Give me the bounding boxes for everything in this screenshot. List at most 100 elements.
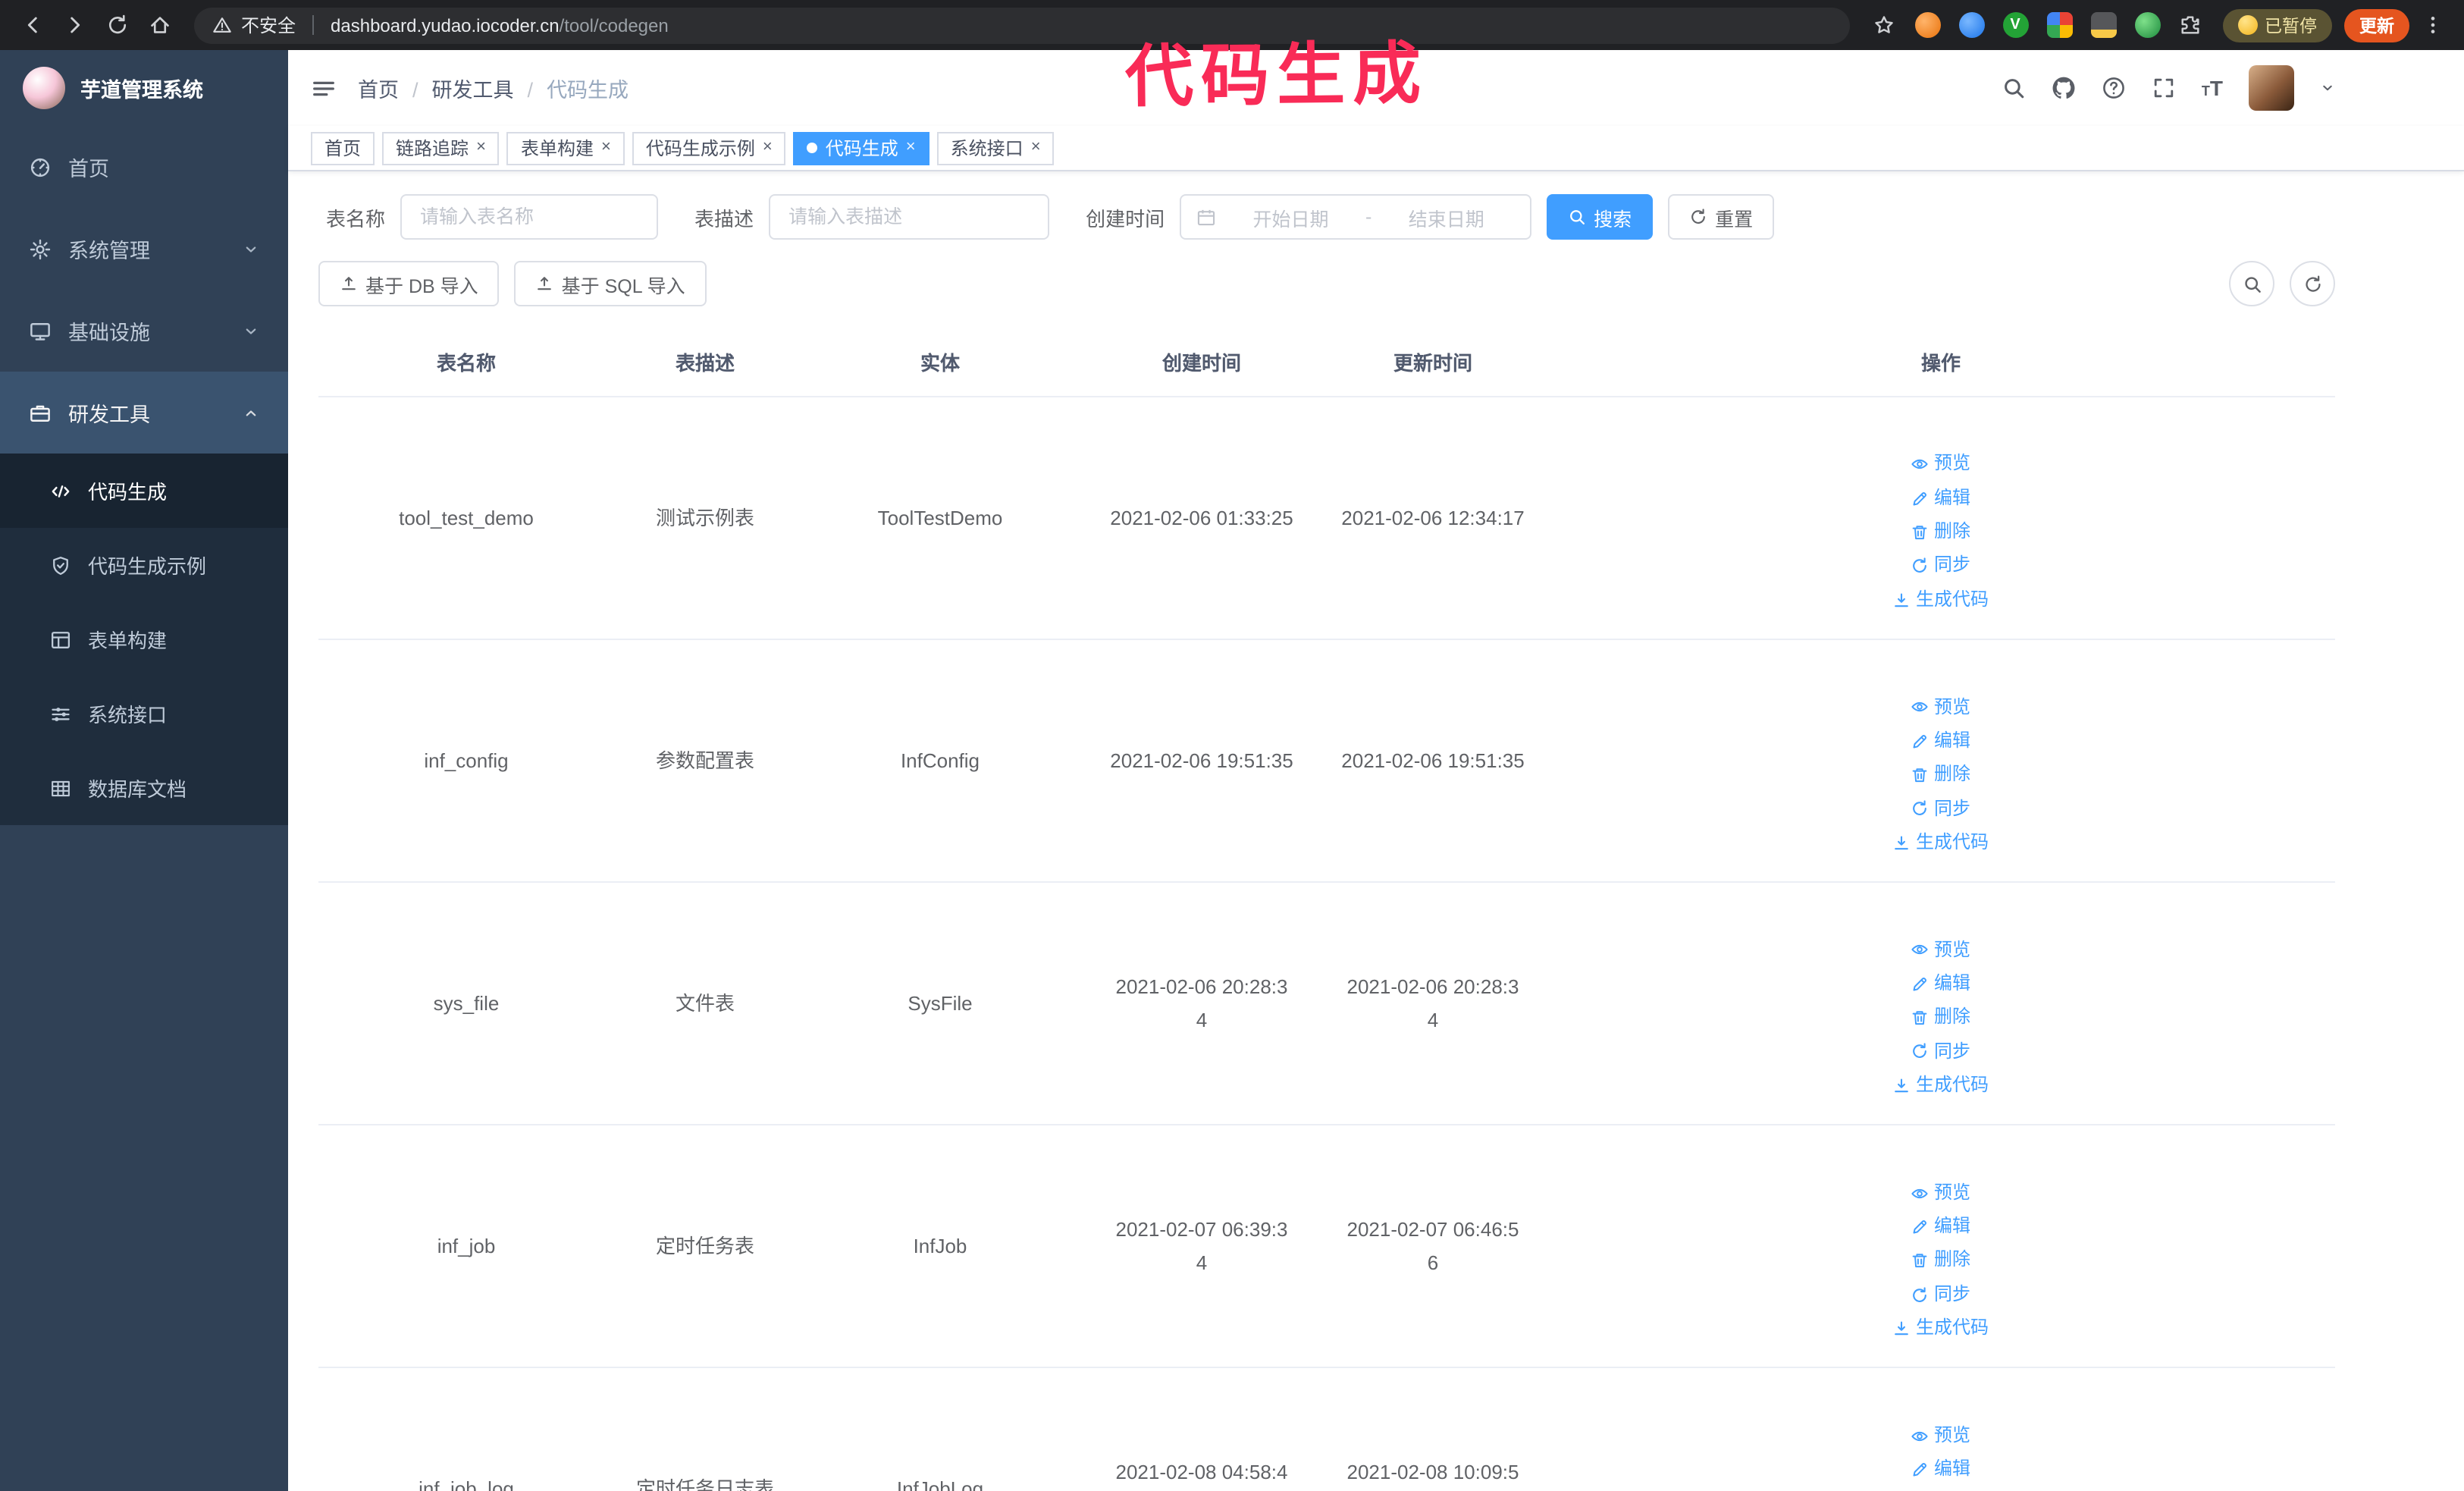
preview-link[interactable]: 预览 [1911, 1421, 1970, 1452]
sync-icon [1911, 800, 1930, 818]
refresh-table-button[interactable] [2290, 261, 2335, 306]
preview-link[interactable]: 预览 [1911, 1178, 1970, 1208]
sidebar-item-form-builder[interactable]: 表单构建 [0, 602, 288, 676]
import-sql-button[interactable]: 基于 SQL 导入 [514, 261, 707, 306]
col-updated: 更新时间 [1319, 328, 1547, 397]
cell-actions: 预览 编辑 删除 同步 生成代码 [1547, 639, 2335, 884]
sidebar-submenu: 代码生成 代码生成示例 表单构建 系统接口 数据库文档 [0, 454, 288, 825]
address-bar[interactable]: 不安全 dashboard.yudao.iocoder.cn/tool/code… [194, 7, 1849, 43]
delete-link[interactable]: 删除 [1911, 760, 1970, 790]
generate-code-link[interactable]: 生成代码 [1893, 828, 1989, 859]
font-size-icon[interactable]: TT [2202, 77, 2223, 99]
sync-link[interactable]: 同步 [1911, 551, 1970, 582]
edit-link[interactable]: 编辑 [1911, 727, 1970, 757]
chevron-down-icon [243, 322, 259, 339]
breadcrumb-codegen: 代码生成 [547, 79, 629, 102]
reset-button[interactable]: 重置 [1668, 194, 1775, 240]
edit-link[interactable]: 编辑 [1911, 969, 1970, 1000]
extension-icon-green[interactable]: V [2002, 12, 2028, 38]
generate-code-link[interactable]: 生成代码 [1893, 1071, 1989, 1101]
extension-icon-leaf[interactable] [2134, 12, 2160, 38]
preview-link[interactable]: 预览 [1911, 935, 1970, 965]
github-icon[interactable] [2052, 76, 2076, 100]
download-icon [1893, 591, 1911, 609]
sync-icon [1911, 1285, 1930, 1304]
browser-back-icon[interactable] [12, 5, 52, 45]
breadcrumb-dev-tools[interactable]: 研发工具 [432, 73, 547, 103]
search-button[interactable]: 搜索 [1547, 194, 1654, 240]
col-created: 创建时间 [1084, 328, 1319, 397]
sidebar-item-home[interactable]: 首页 [0, 126, 288, 208]
delete-link[interactable]: 删除 [1911, 1003, 1970, 1034]
pencil-icon [1911, 975, 1930, 993]
eye-icon [1911, 941, 1930, 959]
sync-link[interactable]: 同步 [1911, 794, 1970, 824]
edit-link[interactable]: 编辑 [1911, 484, 1970, 514]
download-icon [1893, 1320, 1911, 1338]
cell-actions: 预览 编辑 删除 同步 生成代码 [1547, 882, 2335, 1126]
tab[interactable]: 链路追踪 × [382, 131, 500, 165]
profile-emoji-icon [2237, 15, 2257, 35]
close-icon[interactable]: × [763, 139, 773, 156]
edit-link[interactable]: 编辑 [1911, 1455, 1970, 1485]
tab[interactable]: 首页 [311, 131, 375, 165]
tab[interactable]: 代码生成 × [793, 131, 929, 165]
close-icon[interactable]: × [476, 139, 486, 156]
preview-link[interactable]: 预览 [1911, 450, 1970, 480]
extension-icon-orange[interactable] [1914, 12, 1940, 38]
cell-actions: 预览 编辑 删除 同步 生成代码 [1547, 397, 2335, 641]
fullscreen-icon[interactable] [2152, 76, 2176, 100]
hamburger-icon[interactable] [311, 75, 337, 101]
eye-icon [1911, 1427, 1930, 1445]
sidebar-item-dev-tools[interactable]: 研发工具 [0, 372, 288, 454]
browser-home-icon[interactable] [140, 5, 179, 45]
url-host: dashboard.yudao.iocoder.cn [331, 14, 560, 36]
browser-reload-icon[interactable] [97, 5, 136, 45]
generate-code-link[interactable]: 生成代码 [1893, 1314, 1989, 1344]
not-secure-warning-icon [212, 15, 232, 35]
trash-icon [1911, 766, 1930, 784]
tab[interactable]: 表单构建 × [506, 131, 625, 165]
app-logo[interactable]: 芋道管理系统 [0, 50, 288, 126]
sidebar-item-db-doc[interactable]: 数据库文档 [0, 751, 288, 825]
generate-code-link[interactable]: 生成代码 [1893, 585, 1989, 616]
close-icon[interactable]: × [906, 139, 916, 156]
preview-link[interactable]: 预览 [1911, 692, 1970, 723]
sidebar-item-codegen[interactable]: 代码生成 [0, 454, 288, 528]
header-search-icon[interactable] [2002, 76, 2026, 100]
sync-link[interactable]: 同步 [1911, 1279, 1970, 1310]
table-name-input[interactable] [400, 194, 659, 240]
paused-badge[interactable]: 已暂停 [2222, 8, 2332, 42]
browser-menu-icon[interactable] [2412, 5, 2452, 45]
sidebar-item-codegen-example[interactable]: 代码生成示例 [0, 528, 288, 602]
tab[interactable]: 代码生成示例 × [632, 131, 786, 165]
sidebar-item-system-api[interactable]: 系统接口 [0, 676, 288, 751]
close-icon[interactable]: × [601, 139, 611, 156]
browser-forward-icon[interactable] [55, 5, 94, 45]
extension-icon-dark[interactable] [2090, 12, 2116, 38]
table-desc-input[interactable] [769, 194, 1050, 240]
delete-link[interactable]: 删除 [1911, 1246, 1970, 1276]
user-avatar[interactable] [2249, 65, 2294, 111]
bookmark-star-icon[interactable] [1864, 5, 1904, 45]
update-button[interactable]: 更新 [2344, 8, 2409, 42]
sidebar-item-infrastructure[interactable]: 基础设施 [0, 290, 288, 372]
import-db-button[interactable]: 基于 DB 导入 [318, 261, 500, 306]
sidebar-item-system-management[interactable]: 系统管理 [0, 208, 288, 290]
date-range-picker[interactable]: 开始日期 - 结束日期 [1180, 194, 1532, 240]
cell-table-desc: 测试示例表 [614, 397, 796, 641]
extension-icon-blue[interactable] [1958, 12, 1984, 38]
eye-icon [1911, 456, 1930, 474]
close-icon[interactable]: × [1031, 139, 1041, 156]
delete-link[interactable]: 删除 [1911, 517, 1970, 548]
codegen-table: 表名称 表描述 实体 创建时间 更新时间 操作 tool_test_demo 测… [318, 328, 2335, 1491]
breadcrumb-home[interactable]: 首页 [358, 73, 432, 103]
avatar-caret-down-icon[interactable] [2320, 80, 2335, 96]
tab[interactable]: 系统接口 × [936, 131, 1055, 165]
extension-icon-multicolor[interactable] [2046, 12, 2072, 38]
edit-link[interactable]: 编辑 [1911, 1212, 1970, 1242]
extensions-puzzle-icon[interactable] [2171, 5, 2210, 45]
help-icon[interactable] [2102, 76, 2126, 100]
toggle-search-button[interactable] [2229, 261, 2274, 306]
sync-link[interactable]: 同步 [1911, 1037, 1970, 1067]
